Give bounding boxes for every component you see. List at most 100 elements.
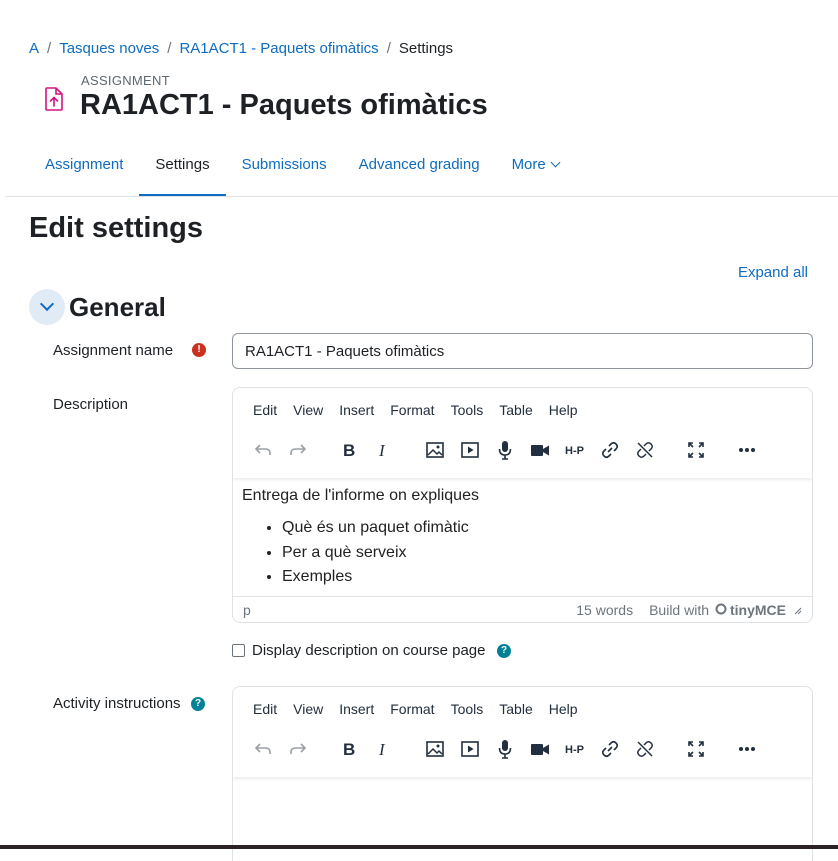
- microphone-icon[interactable]: [493, 438, 517, 462]
- editor-statusbar: p 15 words Build with tinyMCE: [233, 596, 812, 622]
- help-icon[interactable]: ?: [191, 697, 205, 711]
- word-count[interactable]: 15 words: [576, 602, 633, 618]
- breadcrumb-separator: /: [47, 40, 52, 57]
- microphone-icon[interactable]: [493, 737, 517, 761]
- menu-help[interactable]: Help: [549, 402, 578, 422]
- fullscreen-icon[interactable]: [684, 438, 708, 462]
- image-icon[interactable]: [423, 438, 447, 462]
- breadcrumb-current: Settings: [398, 40, 454, 57]
- activity-instructions-label: Activity instructions: [53, 695, 181, 712]
- menu-edit[interactable]: Edit: [253, 701, 277, 721]
- h5p-icon[interactable]: H-P: [563, 438, 587, 462]
- module-type-label: ASSIGNMENT: [81, 73, 170, 88]
- secondary-navigation: Assignment Settings Submissions Advanced…: [29, 146, 575, 197]
- tab-more-label: More: [511, 156, 546, 173]
- tinymce-logo-icon: [715, 602, 727, 618]
- general-section-header: General: [29, 289, 166, 325]
- activity-instructions-editor: Edit View Insert Format Tools Table Help…: [232, 686, 813, 861]
- more-options-icon[interactable]: [735, 438, 759, 462]
- editor-toolbar: B I H-P: [233, 721, 812, 777]
- unlink-icon[interactable]: [633, 438, 657, 462]
- svg-text:H-P: H-P: [565, 445, 584, 457]
- breadcrumb-separator: /: [167, 40, 172, 57]
- activity-instructions-content[interactable]: [233, 777, 812, 793]
- italic-icon[interactable]: I: [372, 737, 396, 761]
- assignment-upload-icon: [42, 86, 66, 112]
- description-editor: Edit View Insert Format Tools Table Help…: [232, 387, 813, 623]
- breadcrumb-link-course[interactable]: A: [29, 40, 39, 57]
- section-heading: Edit settings: [29, 212, 204, 244]
- assignment-name-input[interactable]: [232, 333, 813, 369]
- bold-icon[interactable]: B: [337, 438, 361, 462]
- menu-tools[interactable]: Tools: [451, 402, 484, 422]
- image-icon[interactable]: [423, 737, 447, 761]
- display-description-label[interactable]: Display description on course page: [252, 642, 485, 659]
- tab-settings[interactable]: Settings: [139, 146, 226, 197]
- fullscreen-icon[interactable]: [684, 737, 708, 761]
- undo-icon[interactable]: [251, 737, 275, 761]
- tab-advanced-grading[interactable]: Advanced grading: [343, 146, 496, 197]
- resize-handle-icon[interactable]: [792, 602, 802, 618]
- chevron-down-icon: [39, 296, 55, 312]
- svg-text:H-P: H-P: [565, 744, 584, 756]
- tab-submissions[interactable]: Submissions: [226, 146, 343, 197]
- breadcrumb: A / Tasques noves / RA1ACT1 - Paquets of…: [29, 40, 453, 57]
- redo-icon[interactable]: [286, 737, 310, 761]
- svg-text:I: I: [378, 740, 386, 759]
- element-path[interactable]: p: [243, 602, 576, 618]
- svg-text:I: I: [378, 441, 386, 460]
- bottom-border: [0, 845, 838, 849]
- h5p-icon[interactable]: H-P: [563, 737, 587, 761]
- breadcrumb-link-section[interactable]: Tasques noves: [59, 40, 159, 57]
- svg-text:B: B: [343, 740, 355, 759]
- svg-text:B: B: [343, 441, 355, 460]
- menu-tools[interactable]: Tools: [451, 701, 484, 721]
- description-label: Description: [53, 396, 129, 413]
- editor-toolbar: B I H-P: [233, 422, 812, 478]
- more-options-icon[interactable]: [735, 737, 759, 761]
- display-description-checkbox[interactable]: [232, 644, 245, 657]
- list-item: Què és un paquet ofimàtic: [282, 516, 803, 541]
- menu-view[interactable]: View: [293, 701, 323, 721]
- menu-view[interactable]: View: [293, 402, 323, 422]
- undo-icon[interactable]: [251, 438, 275, 462]
- page-title: RA1ACT1 - Paquets ofimàtics: [80, 89, 488, 121]
- italic-icon[interactable]: I: [372, 438, 396, 462]
- breadcrumb-separator: /: [386, 40, 391, 57]
- assignment-name-label: Assignment name: [53, 342, 174, 359]
- tab-assignment[interactable]: Assignment: [29, 146, 139, 197]
- expand-all-link[interactable]: Expand all: [738, 264, 808, 281]
- menu-format[interactable]: Format: [390, 402, 434, 422]
- description-list: Què és un paquet ofimàtic Per a què serv…: [242, 516, 803, 590]
- tinymce-brand[interactable]: tinyMCE: [730, 602, 786, 618]
- unlink-icon[interactable]: [633, 737, 657, 761]
- tab-more[interactable]: More: [496, 146, 575, 197]
- menu-insert[interactable]: Insert: [339, 701, 374, 721]
- help-icon[interactable]: ?: [497, 644, 511, 658]
- menu-insert[interactable]: Insert: [339, 402, 374, 422]
- video-camera-icon[interactable]: [528, 438, 552, 462]
- editor-menubar: Edit View Insert Format Tools Table Help: [233, 388, 812, 422]
- build-with-label: Build with: [649, 601, 709, 618]
- media-icon[interactable]: [458, 737, 482, 761]
- list-item: Per a què serveix: [282, 541, 803, 566]
- list-item: Exemples: [282, 565, 803, 590]
- menu-table[interactable]: Table: [499, 402, 532, 422]
- bold-icon[interactable]: B: [337, 737, 361, 761]
- description-content[interactable]: Entrega de l'informe on expliques Què és…: [233, 478, 812, 598]
- video-camera-icon[interactable]: [528, 737, 552, 761]
- link-icon[interactable]: [598, 737, 622, 761]
- menu-table[interactable]: Table: [499, 701, 532, 721]
- collapse-general-button[interactable]: [29, 289, 65, 325]
- link-icon[interactable]: [598, 438, 622, 462]
- menu-help[interactable]: Help: [549, 701, 578, 721]
- menu-edit[interactable]: Edit: [253, 402, 277, 422]
- redo-icon[interactable]: [286, 438, 310, 462]
- menu-format[interactable]: Format: [390, 701, 434, 721]
- breadcrumb-link-assignment[interactable]: RA1ACT1 - Paquets ofimàtics: [179, 40, 378, 57]
- chevron-down-icon: [550, 157, 561, 168]
- required-icon: !: [192, 343, 206, 357]
- media-icon[interactable]: [458, 438, 482, 462]
- editor-menubar: Edit View Insert Format Tools Table Help: [233, 687, 812, 721]
- general-section-title: General: [69, 291, 166, 322]
